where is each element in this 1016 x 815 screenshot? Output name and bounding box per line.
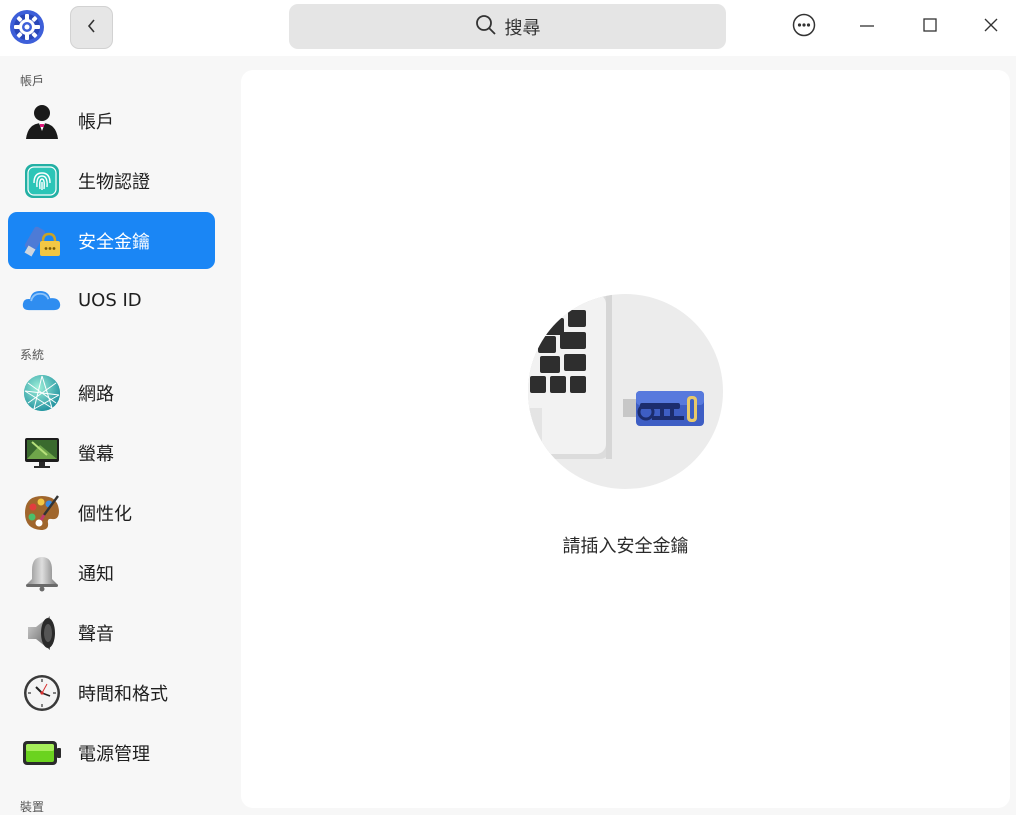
speaker-icon [22, 613, 62, 653]
title-bar: 搜尋 [0, 0, 1016, 56]
minimize-icon [858, 16, 876, 38]
sidebar-item-biometric[interactable]: 生物認證 [8, 152, 215, 209]
sidebar-item-label: 聲音 [78, 623, 114, 645]
search-placeholder: 搜尋 [504, 17, 541, 39]
sidebar-item-sound[interactable]: 聲音 [8, 604, 215, 661]
more-options-button[interactable] [789, 12, 819, 42]
close-button[interactable] [976, 12, 1006, 42]
security-key-icon [22, 221, 62, 261]
sidebar-item-label: 螢幕 [78, 443, 114, 465]
maximize-icon [921, 16, 939, 38]
minimize-button[interactable] [852, 12, 882, 42]
sidebar-item-security-key[interactable]: 安全金鑰 [8, 212, 215, 269]
fingerprint-icon [22, 161, 62, 201]
network-globe-icon [22, 373, 62, 413]
maximize-button[interactable] [915, 12, 945, 42]
sidebar-item-notifications[interactable]: 通知 [8, 544, 215, 601]
clock-icon [22, 673, 62, 713]
security-key-panel: 請插入安全金鑰 [241, 70, 1010, 808]
more-icon [792, 13, 816, 41]
control-center-window: 搜尋 帳戶 帳戶 生物認證 安全金鑰 UOS ID 系統 網路 螢幕 個性化 通… [0, 0, 1016, 815]
palette-icon [22, 493, 62, 533]
sidebar-item-label: UOS ID [78, 290, 142, 311]
sidebar-item-label: 網路 [78, 383, 114, 405]
sidebar-item-time-format[interactable]: 時間和格式 [8, 664, 215, 721]
close-icon [982, 16, 1000, 38]
section-label-devices: 裝置 [20, 800, 45, 814]
user-icon [22, 101, 62, 141]
sidebar-item-network[interactable]: 網路 [8, 364, 215, 421]
sidebar-item-accounts[interactable]: 帳戶 [8, 92, 215, 149]
sidebar-item-label: 個性化 [78, 503, 132, 525]
sidebar-item-power[interactable]: 電源管理 [8, 724, 215, 781]
search-input[interactable]: 搜尋 [289, 4, 726, 49]
sidebar: 帳戶 帳戶 生物認證 安全金鑰 UOS ID 系統 網路 螢幕 個性化 通知 聲… [0, 56, 230, 815]
sidebar-item-personalization[interactable]: 個性化 [8, 484, 215, 541]
sidebar-item-label: 時間和格式 [78, 683, 168, 705]
sidebar-item-label: 安全金鑰 [78, 231, 150, 253]
section-label-accounts: 帳戶 [20, 74, 45, 88]
sidebar-item-display[interactable]: 螢幕 [8, 424, 215, 481]
monitor-icon [22, 433, 62, 473]
chevron-left-icon [86, 18, 98, 38]
sidebar-item-uos-id[interactable]: UOS ID [8, 272, 215, 329]
search-icon [475, 14, 497, 40]
battery-icon [22, 733, 62, 773]
back-button[interactable] [70, 6, 113, 49]
settings-gear-icon [9, 9, 45, 45]
insert-key-prompt: 請插入安全金鑰 [562, 536, 689, 557]
sidebar-item-label: 電源管理 [78, 743, 150, 765]
cloud-icon [22, 281, 62, 321]
sidebar-item-label: 生物認證 [78, 171, 150, 193]
insert-security-key-illustration [528, 294, 723, 489]
sidebar-item-label: 通知 [78, 563, 114, 585]
bell-icon [22, 553, 62, 593]
section-label-system: 系統 [20, 348, 45, 362]
sidebar-item-label: 帳戶 [78, 111, 114, 133]
